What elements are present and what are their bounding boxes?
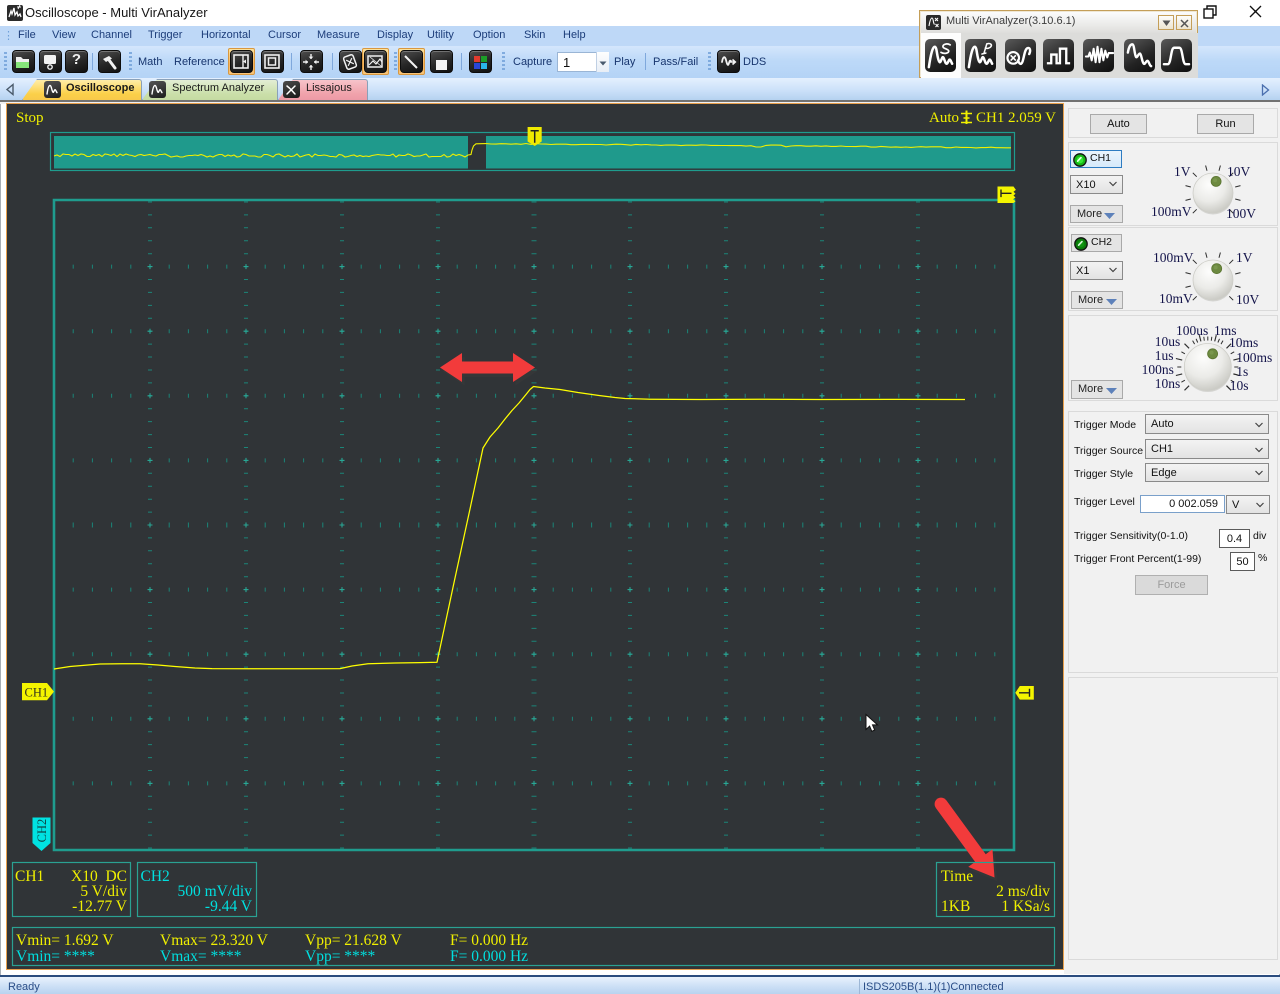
svg-text:Vmax= ****: Vmax= **** [160, 948, 242, 965]
svg-text:1 KSa/s: 1 KSa/s [1001, 898, 1050, 915]
svg-text:-12.77 V: -12.77 V [72, 898, 128, 915]
svg-text:2.059 V: 2.059 V [1008, 110, 1056, 126]
svg-text:Time: Time [941, 868, 973, 885]
svg-text:Vmin= ****: Vmin= **** [16, 948, 95, 965]
svg-text:F= 0.000 Hz: F= 0.000 Hz [450, 948, 528, 965]
svg-text:Auto: Auto [929, 110, 959, 126]
svg-text:CH1: CH1 [25, 686, 49, 700]
svg-text:Vmin= 1.692 V: Vmin= 1.692 V [16, 932, 114, 949]
svg-text:Vpp= ****: Vpp= **** [305, 948, 376, 965]
svg-text:-9.44 V: -9.44 V [205, 898, 253, 915]
svg-text:CH1: CH1 [976, 110, 1004, 126]
svg-text:Stop: Stop [16, 110, 44, 126]
svg-text:CH2: CH2 [35, 819, 49, 843]
svg-text:Vmax= 23.320 V: Vmax= 23.320 V [160, 932, 269, 949]
svg-text:1KB: 1KB [941, 898, 970, 915]
svg-text:Vpp= 21.628 V: Vpp= 21.628 V [305, 932, 403, 949]
svg-text:CH2: CH2 [141, 868, 170, 885]
svg-text:CH1: CH1 [15, 868, 44, 885]
svg-text:F= 0.000 Hz: F= 0.000 Hz [450, 932, 528, 949]
